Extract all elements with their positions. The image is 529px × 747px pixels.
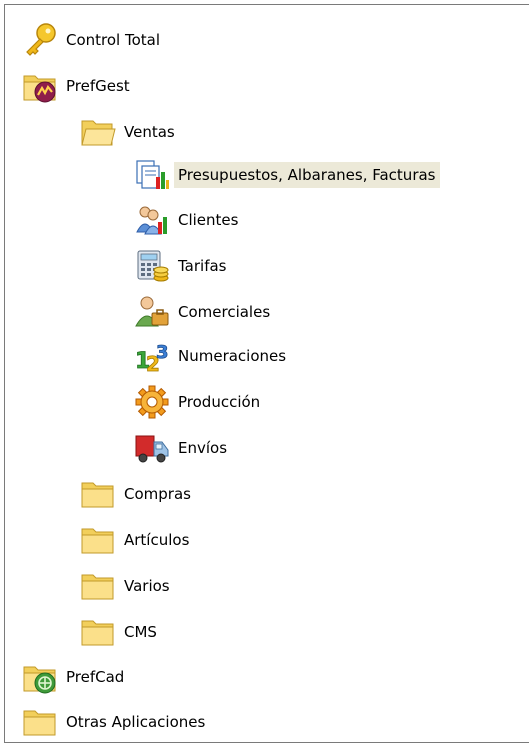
tree-node-label: Envíos — [178, 439, 228, 457]
folder-icon — [80, 614, 116, 650]
tree-node-cms[interactable]: CMS — [80, 612, 161, 652]
tree-node-compras[interactable]: Compras — [80, 474, 195, 514]
users-chart-icon — [134, 202, 170, 238]
tree-node-envios[interactable]: Envíos — [134, 428, 231, 468]
prefcad-folder-icon — [22, 659, 58, 695]
tree-node-label: Compras — [124, 485, 191, 503]
calculator-coins-icon — [134, 248, 170, 284]
tree-node-label: CMS — [124, 623, 157, 641]
tree-node-label: Otras Aplicaciones — [66, 713, 206, 731]
tree-node-label: Artículos — [124, 531, 190, 549]
folder-icon — [80, 476, 116, 512]
tree-node-label: Producción — [178, 393, 261, 411]
tree-node-control-total[interactable]: Control Total — [22, 20, 164, 60]
tree-node-label: Comerciales — [178, 303, 271, 321]
tree-node-label: Clientes — [178, 211, 239, 229]
tree-node-otras-aplicaciones[interactable]: Otras Aplicaciones — [22, 702, 209, 742]
tree-node-label: Control Total — [66, 31, 161, 49]
tree-node-prefcad[interactable]: PrefCad — [22, 657, 128, 697]
tree-node-label: PrefCad — [66, 668, 125, 686]
tree-node-label: Ventas — [124, 123, 175, 141]
tree-node-articulos[interactable]: Artículos — [80, 520, 193, 560]
tree-node-label: PrefGest — [66, 77, 130, 95]
tree-node-tarifas[interactable]: Tarifas — [134, 246, 231, 286]
tree-node-varios[interactable]: Varios — [80, 566, 174, 606]
tree-node-label: Varios — [124, 577, 170, 595]
tree-node-ventas[interactable]: Ventas — [80, 112, 179, 152]
tree-node-presupuestos[interactable]: Presupuestos, Albaranes, Facturas — [134, 155, 440, 195]
tree-node-produccion[interactable]: Producción — [134, 382, 264, 422]
gear-icon — [134, 384, 170, 420]
folder-icon — [80, 522, 116, 558]
salesman-briefcase-icon — [134, 294, 170, 330]
delivery-truck-icon — [134, 430, 170, 466]
tree-node-prefgest[interactable]: PrefGest — [22, 66, 134, 106]
tree-node-clientes[interactable]: Clientes — [134, 200, 242, 240]
prefgest-folder-icon — [22, 68, 58, 104]
documents-chart-icon — [134, 157, 170, 193]
tree-node-comerciales[interactable]: Comerciales — [134, 292, 274, 332]
svg-text:3: 3 — [156, 342, 169, 363]
key-icon — [22, 22, 58, 58]
numbers-123-icon: 1 2 3 — [134, 338, 170, 374]
tree-node-numeraciones[interactable]: 1 2 3 Numeraciones — [134, 336, 290, 376]
open-folder-icon — [80, 114, 116, 150]
folder-icon — [22, 704, 58, 740]
tree-node-label: Presupuestos, Albaranes, Facturas — [174, 162, 440, 188]
tree-node-label: Numeraciones — [178, 347, 287, 365]
folder-icon — [80, 568, 116, 604]
tree-node-label: Tarifas — [178, 257, 227, 275]
